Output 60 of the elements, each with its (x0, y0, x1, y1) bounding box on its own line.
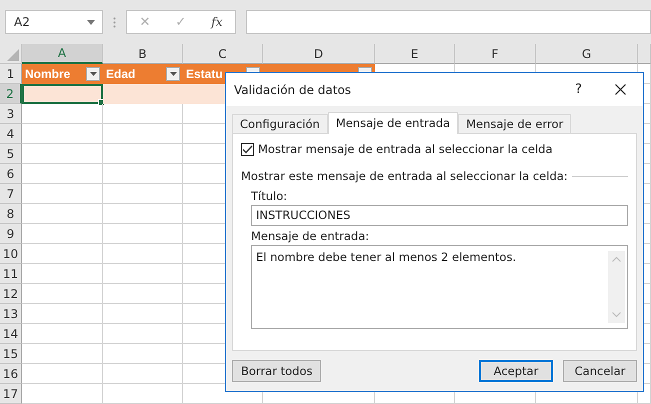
name-box[interactable]: A2 (5, 10, 103, 34)
field-label: Título: (251, 189, 288, 203)
header-text: Edad (106, 66, 136, 80)
row-header[interactable]: 6 (0, 164, 22, 184)
column-header[interactable]: G (536, 44, 638, 64)
column-header[interactable]: C (183, 44, 263, 64)
scrollbar[interactable] (608, 251, 625, 323)
caret-icon (90, 72, 96, 76)
row-header[interactable]: 10 (0, 244, 22, 264)
row-header[interactable]: 2 (0, 84, 22, 104)
header-text: Estatu (186, 66, 223, 80)
column-header[interactable] (638, 44, 651, 64)
grip-icon (113, 16, 116, 28)
column-header[interactable]: D (263, 44, 375, 64)
tab[interactable]: Mensaje de error (458, 114, 572, 133)
tab[interactable]: Configuración (232, 114, 328, 133)
column-header[interactable]: A (22, 44, 103, 64)
function-icon[interactable]: fx (211, 15, 222, 29)
filter-button[interactable] (166, 66, 180, 80)
ok-button[interactable]: Aceptar (479, 360, 553, 382)
row-header[interactable]: 16 (0, 364, 22, 384)
row-header[interactable]: 4 (0, 124, 22, 144)
row-header[interactable]: 11 (0, 264, 22, 284)
row-header[interactable]: 13 (0, 304, 22, 324)
help-button[interactable]: ? (575, 82, 582, 97)
column-header[interactable]: F (455, 44, 536, 64)
field-label: Mensaje de entrada: (251, 229, 370, 243)
row-header[interactable]: 14 (0, 324, 22, 344)
column-header[interactable]: E (375, 44, 455, 64)
close-icon[interactable] (615, 84, 626, 95)
row-header[interactable]: 5 (0, 144, 22, 164)
row-header[interactable]: 15 (0, 344, 22, 364)
cell-reference: A2 (14, 15, 30, 29)
formula-field[interactable] (246, 10, 651, 34)
window-title: Validación de datos (234, 82, 352, 96)
scroll-up-icon[interactable] (612, 256, 621, 262)
group-label: Mostrar este mensaje de entrada al seleccionar la celda: (241, 169, 568, 183)
clear-button[interactable]: Borrar todos (232, 360, 322, 382)
active-cell[interactable] (22, 84, 103, 104)
row-header[interactable]: 7 (0, 184, 22, 204)
title-field[interactable]: INSTRUCCIONES (251, 205, 628, 226)
row-header[interactable]: 3 (0, 104, 22, 124)
triangle-icon (7, 49, 19, 61)
column-header[interactable]: B (103, 44, 183, 64)
dropdown-icon (87, 20, 95, 24)
row-header[interactable]: 8 (0, 204, 22, 224)
row-header[interactable]: 17 (0, 384, 22, 404)
tab[interactable]: Mensaje de entrada (328, 112, 458, 134)
header-text: Nombre (25, 66, 70, 80)
row-header[interactable]: 12 (0, 284, 22, 304)
filter-button[interactable] (86, 66, 100, 80)
checkbox[interactable] (241, 142, 254, 156)
scroll-down-icon[interactable] (612, 312, 621, 318)
checkbox-label[interactable]: Mostrar mensaje de entrada al seleccionar la celda (258, 142, 552, 156)
select-all-button[interactable] (0, 44, 22, 64)
message-field[interactable]: El nombre debe tener al menos 2 elementos. (251, 245, 628, 329)
caret-icon (170, 72, 176, 76)
row-header[interactable]: 9 (0, 224, 22, 244)
row-header[interactable]: 1 (0, 64, 22, 84)
cancel-button[interactable]: Cancelar (563, 360, 637, 382)
